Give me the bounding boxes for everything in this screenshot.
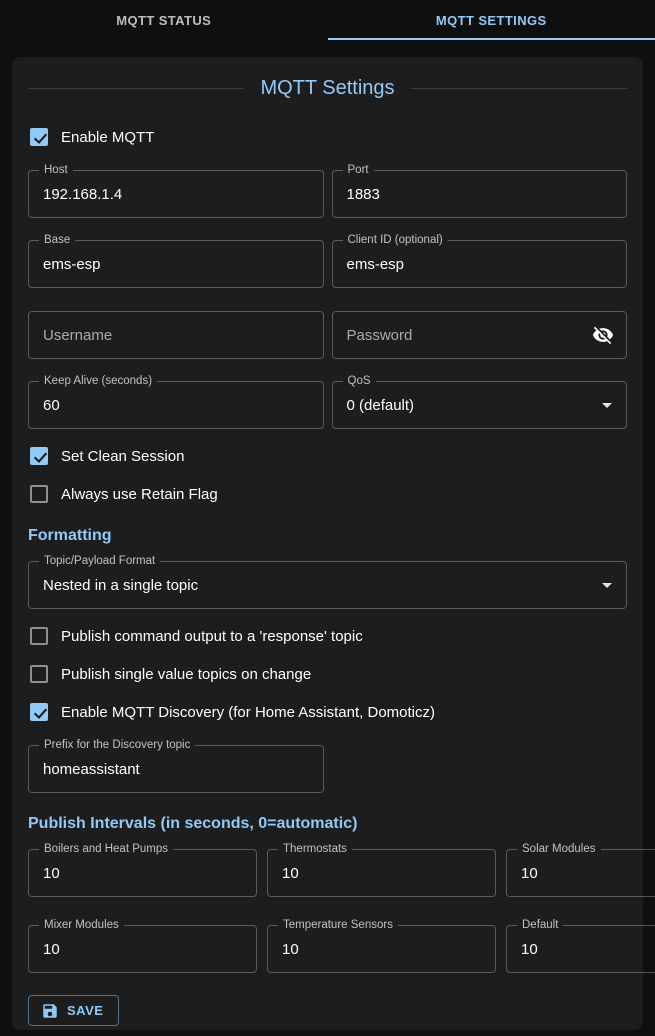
interval-default-field[interactable]: Default <box>506 925 655 973</box>
interval-default-label: Default <box>517 919 563 932</box>
title-divider-left <box>28 88 244 89</box>
publish-single-row[interactable]: Publish single value topics on change <box>28 655 627 693</box>
client-id-input[interactable] <box>333 256 627 273</box>
password-input[interactable] <box>333 327 593 344</box>
chevron-down-icon <box>602 583 612 588</box>
discovery-prefix-input[interactable] <box>29 761 323 778</box>
interval-mixer-input[interactable] <box>29 941 256 958</box>
save-button[interactable]: SAVE <box>28 995 119 1026</box>
discovery-label: Enable MQTT Discovery (for Home Assistan… <box>61 704 435 721</box>
enable-mqtt-row[interactable]: Enable MQTT <box>28 118 627 156</box>
intervals-section-heading: Publish Intervals (in seconds, 0=automat… <box>28 815 627 833</box>
keep-alive-input[interactable] <box>29 397 323 414</box>
keep-alive-field[interactable]: Keep Alive (seconds) <box>28 381 324 429</box>
interval-boilers-label: Boilers and Heat Pumps <box>39 843 173 856</box>
tab-mqtt-settings[interactable]: MQTT SETTINGS <box>328 0 655 40</box>
save-button-label: SAVE <box>67 1003 103 1018</box>
interval-mixer-label: Mixer Modules <box>39 919 124 932</box>
client-id-label: Client ID (optional) <box>343 234 448 247</box>
base-field[interactable]: Base <box>28 240 324 288</box>
formatting-section-heading: Formatting <box>28 527 627 545</box>
enable-mqtt-label: Enable MQTT <box>61 129 154 146</box>
username-input[interactable] <box>29 327 323 344</box>
port-field[interactable]: Port <box>332 170 628 218</box>
topic-format-select[interactable]: Topic/Payload Format Nested in a single … <box>28 561 627 609</box>
base-input[interactable] <box>29 256 323 273</box>
interval-solar-input[interactable] <box>507 865 655 882</box>
password-field[interactable] <box>332 311 628 359</box>
clean-session-row[interactable]: Set Clean Session <box>28 437 627 475</box>
qos-label: QoS <box>343 375 376 388</box>
publish-response-checkbox[interactable] <box>30 627 48 645</box>
tab-mqtt-status[interactable]: MQTT STATUS <box>0 0 328 40</box>
interval-boilers-field[interactable]: Boilers and Heat Pumps <box>28 849 257 897</box>
interval-boilers-input[interactable] <box>29 865 256 882</box>
topic-format-value: Nested in a single topic <box>29 577 602 594</box>
interval-solar-field[interactable]: Solar Modules <box>506 849 655 897</box>
enable-mqtt-checkbox[interactable] <box>30 128 48 146</box>
retain-flag-label: Always use Retain Flag <box>61 486 218 503</box>
page-title-row: MQTT Settings <box>28 77 627 100</box>
discovery-prefix-label: Prefix for the Discovery topic <box>39 739 195 752</box>
clean-session-checkbox[interactable] <box>30 447 48 465</box>
base-label: Base <box>39 234 75 247</box>
retain-flag-checkbox[interactable] <box>30 485 48 503</box>
discovery-row[interactable]: Enable MQTT Discovery (for Home Assistan… <box>28 693 627 731</box>
interval-temperature-field[interactable]: Temperature Sensors <box>267 925 496 973</box>
save-icon <box>41 1002 59 1020</box>
username-field[interactable] <box>28 311 324 359</box>
interval-thermostats-field[interactable]: Thermostats <box>267 849 496 897</box>
host-field[interactable]: Host <box>28 170 324 218</box>
title-divider-right <box>411 88 627 89</box>
host-input[interactable] <box>29 186 323 203</box>
port-label: Port <box>343 164 374 177</box>
client-id-field[interactable]: Client ID (optional) <box>332 240 628 288</box>
interval-default-input[interactable] <box>507 941 655 958</box>
interval-mixer-field[interactable]: Mixer Modules <box>28 925 257 973</box>
publish-response-label: Publish command output to a 'response' t… <box>61 628 363 645</box>
port-input[interactable] <box>333 186 627 203</box>
visibility-off-icon[interactable] <box>592 324 614 346</box>
settings-panel: MQTT Settings Enable MQTT Host Port Base… <box>12 57 643 1030</box>
clean-session-label: Set Clean Session <box>61 448 184 465</box>
page-title: MQTT Settings <box>244 77 410 100</box>
qos-value: 0 (default) <box>333 397 603 414</box>
interval-thermostats-input[interactable] <box>268 865 495 882</box>
tab-bar: MQTT STATUS MQTT SETTINGS <box>0 0 655 40</box>
discovery-checkbox[interactable] <box>30 703 48 721</box>
publish-single-checkbox[interactable] <box>30 665 48 683</box>
interval-temperature-label: Temperature Sensors <box>278 919 398 932</box>
qos-select[interactable]: QoS 0 (default) <box>332 381 628 429</box>
publish-response-row[interactable]: Publish command output to a 'response' t… <box>28 617 627 655</box>
retain-flag-row[interactable]: Always use Retain Flag <box>28 475 627 513</box>
keep-alive-label: Keep Alive (seconds) <box>39 375 157 388</box>
publish-single-label: Publish single value topics on change <box>61 666 311 683</box>
chevron-down-icon <box>602 403 612 408</box>
interval-temperature-input[interactable] <box>268 941 495 958</box>
interval-solar-label: Solar Modules <box>517 843 601 856</box>
topic-format-label: Topic/Payload Format <box>39 555 160 568</box>
discovery-prefix-field[interactable]: Prefix for the Discovery topic <box>28 745 324 793</box>
interval-thermostats-label: Thermostats <box>278 843 352 856</box>
host-label: Host <box>39 164 73 177</box>
